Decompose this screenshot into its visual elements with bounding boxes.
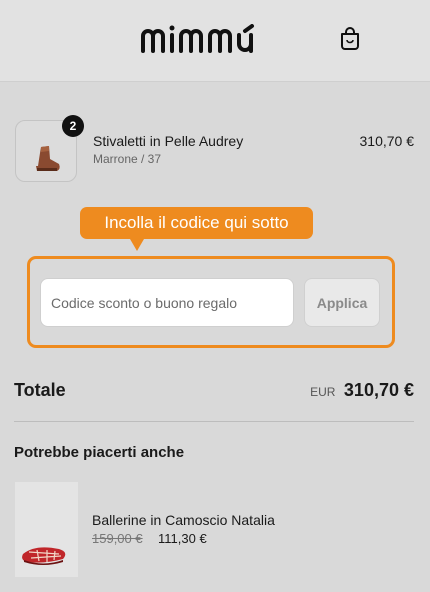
shopping-bag-icon[interactable] bbox=[339, 26, 361, 50]
total-label: Totale bbox=[14, 380, 66, 400]
mimmu-logo[interactable] bbox=[140, 24, 290, 54]
apply-button[interactable]: Applica bbox=[304, 278, 380, 327]
recommended-product-image[interactable] bbox=[15, 482, 78, 577]
recommended-price: 111,30 € bbox=[158, 531, 207, 546]
product-variant: Marrone / 37 bbox=[93, 152, 162, 166]
recommendations-title: Potrebbe piacerti anche bbox=[14, 444, 185, 461]
total-amount: 310,70 € bbox=[343, 380, 414, 400]
product-price: 310,70 € bbox=[359, 133, 415, 149]
site-header bbox=[0, 0, 430, 82]
quantity-badge: 2 bbox=[62, 115, 84, 137]
recommended-product-name[interactable]: Ballerine in Camoscio Natalia bbox=[92, 512, 275, 528]
total-value: EUR 310,70 € bbox=[310, 380, 414, 401]
discount-code-input[interactable] bbox=[40, 278, 294, 327]
ballerina-image bbox=[22, 547, 66, 565]
recommended-old-price: 159,00 € bbox=[92, 531, 143, 546]
tooltip-arrow bbox=[130, 239, 144, 251]
currency-code: EUR bbox=[310, 385, 336, 399]
divider bbox=[14, 421, 414, 422]
product-name: Stivaletti in Pelle Audrey bbox=[93, 133, 244, 149]
paste-code-tooltip: Incolla il codice qui sotto bbox=[80, 207, 313, 239]
